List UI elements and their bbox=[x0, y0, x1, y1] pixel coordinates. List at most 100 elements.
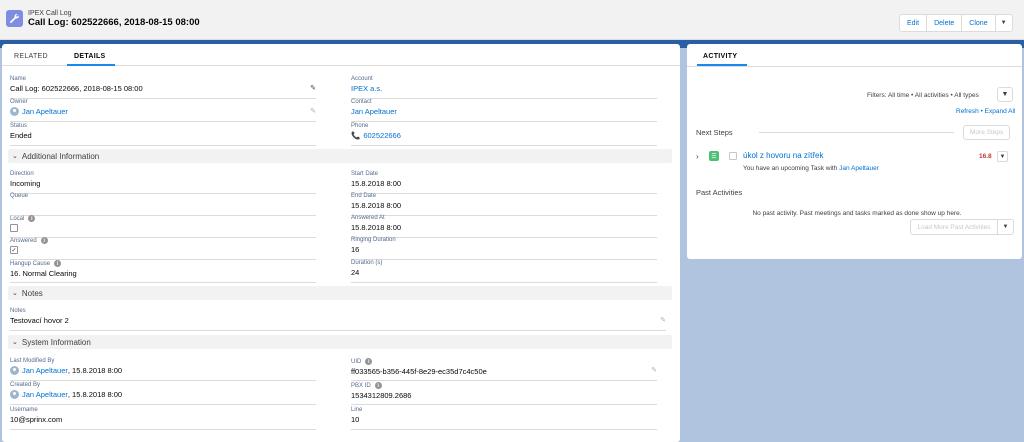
field-answered-at: Answered At 15.8.2018 8:00 bbox=[351, 215, 657, 238]
info-icon[interactable]: i bbox=[40, 237, 48, 244]
phone-icon: 📞 bbox=[351, 131, 361, 140]
task-title-link[interactable]: úkol z hovoru na zítřek bbox=[743, 151, 823, 160]
info-icon[interactable]: i bbox=[365, 358, 373, 365]
field-value: Ended bbox=[10, 131, 32, 140]
more-actions-dropdown[interactable]: ▼ bbox=[996, 15, 1012, 31]
field-duration: Duration (s) 24 bbox=[351, 260, 657, 283]
task-icon: ☰ bbox=[709, 151, 719, 161]
created-date: , 15.8.2018 8:00 bbox=[67, 390, 123, 399]
field-label: Direction bbox=[10, 171, 34, 177]
field-label: Duration (s) bbox=[351, 260, 383, 266]
edit-pencil-icon[interactable]: ✎ bbox=[310, 84, 316, 92]
tab-activity[interactable]: ACTIVITY bbox=[703, 53, 737, 60]
field-label: Contact bbox=[351, 99, 372, 105]
edit-pencil-icon[interactable]: ✎ bbox=[310, 107, 316, 115]
load-more-dropdown[interactable]: ▼ bbox=[998, 220, 1013, 234]
field-value: ff033565-b356-445f-8e29-ec35d7c4c50e bbox=[351, 367, 487, 376]
field-hangup-cause: Hangup Cause i 16. Normal Clearing bbox=[10, 260, 316, 283]
chevron-down-icon: ⌄ bbox=[12, 290, 18, 297]
field-username: Username 10@sprinx.com bbox=[10, 407, 316, 430]
chevron-down-icon: ⌄ bbox=[12, 153, 18, 160]
field-divider bbox=[351, 404, 657, 405]
field-ringing-duration: Ringing Duration 16 bbox=[351, 237, 657, 260]
field-label: Status bbox=[10, 123, 28, 129]
chevron-right-icon[interactable]: › bbox=[696, 152, 699, 161]
field-value: 10@sprinx.com bbox=[10, 415, 63, 424]
modified-date: , 15.8.2018 8:00 bbox=[67, 366, 123, 375]
section-header-system[interactable]: ⌄ System Information bbox=[8, 335, 672, 349]
field-divider bbox=[351, 121, 657, 122]
clone-button[interactable]: Clone bbox=[962, 15, 996, 31]
load-more-button[interactable]: Load More Past Activities bbox=[911, 220, 998, 234]
edit-pencil-icon[interactable]: ✎ bbox=[660, 316, 666, 324]
field-phone: Phone 📞 602522666 bbox=[351, 123, 657, 146]
next-steps-heading: Next Steps bbox=[696, 128, 733, 137]
edit-button[interactable]: Edit bbox=[900, 15, 928, 31]
tab-details[interactable]: DETAILS bbox=[74, 53, 106, 60]
info-icon[interactable]: i bbox=[28, 215, 36, 222]
field-last-modified-by: Last Modified By Jan Apeltauer, 15.8.201… bbox=[10, 358, 316, 381]
filter-button[interactable]: ▼ bbox=[997, 87, 1013, 102]
field-value: Incoming bbox=[10, 179, 41, 188]
load-more-button-group: Load More Past Activities ▼ bbox=[910, 219, 1014, 235]
no-past-activity-message: No past activity. Past meetings and task… bbox=[752, 210, 962, 217]
more-steps-button[interactable]: More Steps bbox=[963, 125, 1011, 140]
avatar bbox=[10, 366, 19, 375]
field-divider bbox=[10, 145, 316, 146]
local-checkbox bbox=[10, 224, 18, 232]
divider bbox=[759, 132, 954, 133]
avatar bbox=[10, 107, 19, 116]
phone-link[interactable]: 602522666 bbox=[363, 131, 401, 140]
action-button-group: Edit Delete Clone ▼ bbox=[899, 14, 1013, 32]
field-label: Start Date bbox=[351, 171, 379, 177]
field-label: Queue bbox=[10, 193, 29, 199]
contact-link[interactable]: Jan Apeltauer bbox=[351, 107, 657, 116]
task-subtitle-text: You have an upcoming Task with bbox=[743, 165, 840, 172]
chevron-down-icon: ⌄ bbox=[12, 339, 18, 346]
chevron-down-icon: ▼ bbox=[1002, 224, 1009, 230]
task-checkbox[interactable] bbox=[729, 152, 737, 160]
account-link[interactable]: IPEX a.s. bbox=[351, 84, 657, 93]
field-label: Name bbox=[10, 76, 27, 82]
funnel-icon: ▼ bbox=[1001, 91, 1009, 98]
field-label: Username bbox=[10, 407, 38, 413]
active-tab-indicator bbox=[67, 64, 115, 66]
field-divider bbox=[351, 282, 657, 283]
field-label: UID bbox=[351, 358, 362, 365]
field-value: 16. Normal Clearing bbox=[10, 269, 77, 278]
info-icon[interactable]: i bbox=[374, 382, 382, 389]
field-value: 15.8.2018 8:00 bbox=[351, 179, 402, 188]
expand-all-link[interactable]: Expand All bbox=[985, 108, 1016, 115]
wrench-icon bbox=[6, 10, 23, 27]
field-label: Account bbox=[351, 76, 373, 82]
info-icon[interactable]: i bbox=[54, 260, 62, 267]
details-panel: RELATED DETAILS Name Call Log: 602522666… bbox=[2, 44, 680, 442]
field-label: Answered At bbox=[351, 215, 385, 221]
chevron-down-icon: ▼ bbox=[1000, 20, 1007, 26]
field-label: Notes bbox=[10, 308, 26, 314]
past-activities-heading: Past Activities bbox=[696, 188, 743, 197]
task-user-link[interactable]: Jan Apeltauer bbox=[839, 165, 879, 172]
field-label: Answered bbox=[10, 237, 37, 244]
delete-button[interactable]: Delete bbox=[927, 15, 963, 31]
field-label: Local bbox=[10, 215, 25, 222]
section-header-notes[interactable]: ⌄ Notes bbox=[8, 286, 672, 300]
modified-by-user-link[interactable]: Jan Apeltauer bbox=[22, 366, 68, 375]
field-name: Name Call Log: 602522666, 2018-08-15 08:… bbox=[10, 76, 316, 99]
field-line: Line 10 bbox=[351, 407, 657, 430]
field-value: Testovací hovor 2 bbox=[10, 316, 69, 325]
tab-related[interactable]: RELATED bbox=[14, 53, 48, 60]
created-by-user-link[interactable]: Jan Apeltauer bbox=[22, 390, 68, 399]
field-label: Last Modified By bbox=[10, 358, 55, 364]
refresh-link[interactable]: Refresh bbox=[956, 108, 979, 115]
owner-link[interactable]: Jan Apeltauer bbox=[22, 107, 68, 116]
field-value: 15.8.2018 8:00 bbox=[351, 223, 402, 232]
task-subtitle: You have an upcoming Task with Jan Apelt… bbox=[743, 165, 879, 172]
task-actions-dropdown[interactable]: ▼ bbox=[997, 151, 1008, 162]
field-answered: Answered i ✓ bbox=[10, 237, 316, 260]
field-label: Owner bbox=[10, 99, 28, 105]
field-account: Account IPEX a.s. bbox=[351, 76, 657, 99]
field-status: Status Ended bbox=[10, 123, 316, 146]
edit-pencil-icon[interactable]: ✎ bbox=[651, 366, 657, 374]
section-header-additional[interactable]: ⌄ Additional Information bbox=[8, 149, 672, 163]
